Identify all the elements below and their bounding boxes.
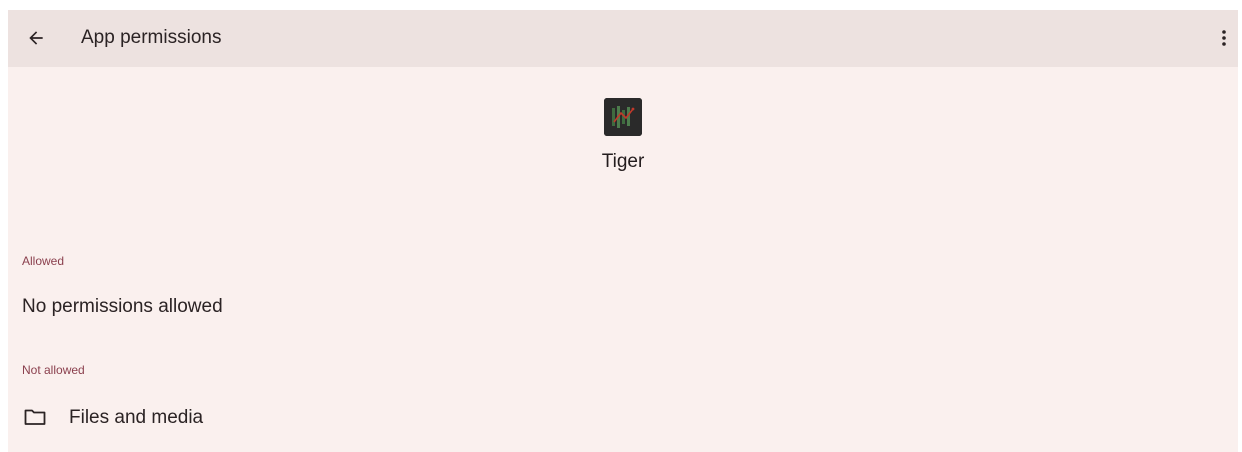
page-title: App permissions [81, 27, 222, 48]
arrow-back-icon [29, 31, 43, 45]
overflow-menu-button[interactable] [1212, 22, 1236, 54]
top-app-bar: App permissions [8, 10, 1238, 67]
app-name: Tiger [601, 151, 645, 172]
section-label-allowed: Allowed [22, 254, 65, 268]
app-permissions-screen: App permissions Tiger Allowed No permiss… [8, 10, 1238, 452]
more-vert-icon [1222, 30, 1226, 46]
section-label-not-allowed: Not allowed [22, 363, 85, 377]
tiger-app-icon [604, 98, 642, 136]
permission-item-files-and-media[interactable]: Files and media [8, 395, 1238, 443]
folder-icon [24, 409, 46, 425]
app-header: Tiger [8, 98, 1238, 174]
back-button[interactable] [20, 22, 52, 54]
no-permissions-text: No permissions allowed [22, 296, 223, 317]
permission-item-label: Files and media [69, 407, 204, 428]
